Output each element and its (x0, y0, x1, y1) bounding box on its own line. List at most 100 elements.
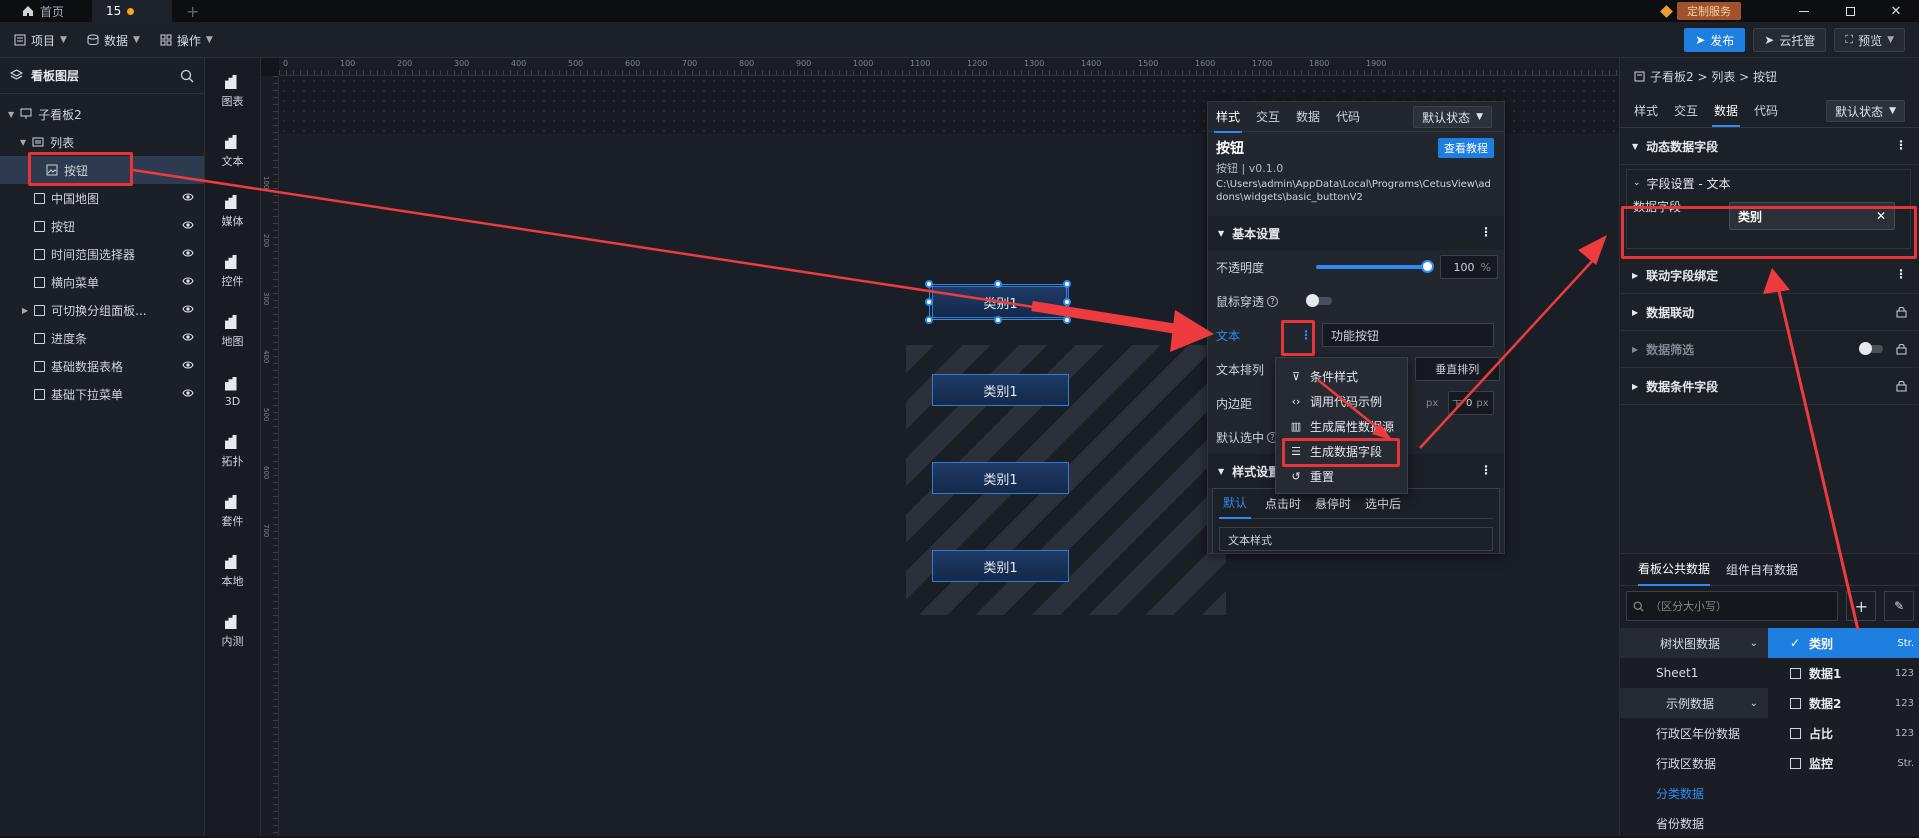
eye-icon[interactable] (182, 220, 194, 230)
tab-style[interactable]: 样式 (1213, 108, 1243, 133)
field-item[interactable]: 监控 Str. (1768, 748, 1919, 778)
eye-icon[interactable] (182, 388, 194, 398)
resize-handle[interactable] (1063, 298, 1071, 306)
category-button[interactable]: 类别1 (932, 550, 1069, 582)
layer-item[interactable]: ▶ 可切换分组面板... (0, 296, 204, 324)
add-dataset-button[interactable]: + (1846, 591, 1877, 621)
dataset-group-sample[interactable]: 示例数据 ⌄ (1620, 688, 1768, 718)
dataset-item-selected[interactable]: 分类数据 (1620, 778, 1768, 808)
tab-own-data[interactable]: 组件自有数据 (1726, 561, 1798, 578)
vertical-layout-option[interactable]: 垂直排列 (1414, 357, 1500, 381)
dataset-item[interactable]: 省份数据 (1620, 808, 1768, 838)
service-badge[interactable]: 定制服务 (1660, 2, 1741, 20)
tab-interaction[interactable]: 交互 (1256, 108, 1280, 125)
eye-icon[interactable] (182, 332, 194, 342)
layer-root[interactable]: ▼ 子看板2 (0, 100, 204, 128)
resize-handle[interactable] (1063, 280, 1071, 288)
menu-project[interactable]: 项目 ▼ (4, 22, 77, 58)
layer-item[interactable]: 横向菜单 (0, 268, 204, 296)
more-icon[interactable]: ⋮ (1480, 225, 1492, 239)
add-tab-button[interactable]: + (172, 2, 213, 21)
eye-icon[interactable] (182, 248, 194, 258)
mouse-through-toggle[interactable] (1306, 294, 1333, 307)
data-filter-toggle[interactable] (1859, 342, 1883, 355)
layer-item[interactable]: 中国地图 (0, 184, 204, 212)
resize-handle[interactable] (925, 316, 933, 324)
layer-item[interactable]: 基础下拉菜单 (0, 380, 204, 408)
tool-widget[interactable]: 控件 (205, 242, 260, 302)
tab-data[interactable]: 数据 (1296, 108, 1320, 125)
category-button[interactable]: 类别1 (932, 374, 1069, 406)
tab-public-data[interactable]: 看板公共数据 (1638, 553, 1711, 586)
section-link-binding[interactable]: ▶ 联动字段绑定 ⋮ (1620, 257, 1919, 294)
context-menu-item[interactable]: ⊽ 条件样式 (1276, 364, 1407, 389)
close-window-button[interactable]: ✕ (1873, 0, 1919, 22)
section-data-link[interactable]: ▶ 数据联动 (1620, 294, 1919, 331)
layer-item[interactable]: 按钮 (0, 212, 204, 240)
tool-kit[interactable]: 套件 (205, 482, 260, 542)
tab-code[interactable]: 代码 (1754, 102, 1778, 119)
resize-handle[interactable] (994, 316, 1002, 324)
cloud-button[interactable]: ➤ 云托管 (1753, 28, 1827, 52)
tool-topology[interactable]: 拓扑 (205, 422, 260, 482)
text-input[interactable]: 功能按钮 (1322, 323, 1494, 347)
checkbox-icon[interactable] (1790, 667, 1801, 679)
style-tab-default[interactable]: 默认 (1219, 488, 1252, 519)
tool-chart[interactable]: 图表 (205, 62, 260, 122)
tool-media[interactable]: 媒体 (205, 182, 260, 242)
tool-text[interactable]: 文本 (205, 122, 260, 182)
resize-handle[interactable] (994, 280, 1002, 288)
dataset-search[interactable]: （区分大小写） (1626, 591, 1839, 621)
tool-map[interactable]: 地图 (205, 302, 260, 362)
resize-handle[interactable] (925, 280, 933, 288)
padding-bottom-input[interactable]: 下 0 px (1448, 391, 1494, 415)
tool-beta-chart[interactable]: 内测 (205, 602, 260, 662)
field-item[interactable]: 数据2 123 (1768, 688, 1919, 718)
section-basic[interactable]: ▼ 基本设置 ⋮ (1208, 216, 1504, 250)
resize-handle[interactable] (925, 298, 933, 306)
tab-style[interactable]: 样式 (1634, 102, 1658, 119)
eye-icon[interactable] (182, 192, 194, 202)
tab-project[interactable]: 15 (92, 0, 173, 22)
checkbox-icon[interactable] (1790, 697, 1801, 709)
more-icon[interactable]: ⋮ (1480, 463, 1492, 477)
dataset-item[interactable]: 行政区年份数据 (1620, 718, 1768, 748)
context-menu-item[interactable]: ↺ 重置 (1276, 464, 1407, 489)
checkbox-icon[interactable] (1790, 727, 1801, 739)
tool-puzzle[interactable]: 本地 (205, 542, 260, 602)
minimize-button[interactable] (1781, 0, 1827, 22)
context-menu-item[interactable]: ▥ 生成属性数据源 (1276, 414, 1407, 439)
dataset-group-tree[interactable]: 树状图数据 ⌄ (1620, 628, 1768, 658)
tab-data[interactable]: 数据 (1712, 102, 1741, 127)
more-icon[interactable]: ⋮ (1895, 267, 1907, 281)
publish-button[interactable]: ➤ 发布 (1684, 28, 1746, 52)
opacity-slider[interactable] (1316, 260, 1434, 273)
eye-icon[interactable] (182, 276, 194, 286)
dataset-item[interactable]: Sheet1 (1620, 658, 1768, 688)
tab-home[interactable]: 首页 (0, 0, 78, 22)
preview-button[interactable]: ⛶ 预览 ▼ (1834, 28, 1905, 52)
search-icon[interactable] (180, 69, 194, 83)
section-dynamic-fields[interactable]: ▼ 动态数据字段 ⋮ (1620, 128, 1919, 165)
resize-handle[interactable] (1063, 316, 1071, 324)
field-item[interactable]: 占比 123 (1768, 718, 1919, 748)
style-tab-click[interactable]: 点击时 (1265, 495, 1301, 512)
style-tab-selected[interactable]: 选中后 (1365, 495, 1401, 512)
opacity-slider-thumb[interactable] (1421, 260, 1434, 273)
checkbox-icon[interactable] (1790, 757, 1801, 769)
style-tab-hover[interactable]: 悬停时 (1315, 495, 1351, 512)
state-select[interactable]: 默认状态 ▼ (1826, 100, 1905, 122)
section-data-condition[interactable]: ▶ 数据条件字段 (1620, 368, 1919, 405)
layer-item[interactable]: 时间范围选择器 (0, 240, 204, 268)
dataset-item[interactable]: 行政区数据 (1620, 748, 1768, 778)
eye-icon[interactable] (182, 360, 194, 370)
section-data-filter[interactable]: ▶ 数据筛选 (1620, 331, 1919, 368)
state-select[interactable]: 默认状态 ▼ (1413, 106, 1492, 128)
category-button[interactable]: 类别1 (932, 462, 1069, 494)
field-item[interactable]: 数据1 123 (1768, 658, 1919, 688)
tool-cube[interactable]: 3D (205, 362, 260, 422)
tab-interaction[interactable]: 交互 (1674, 102, 1698, 119)
tab-code[interactable]: 代码 (1336, 108, 1360, 125)
layer-item[interactable]: 进度条 (0, 324, 204, 352)
eye-icon[interactable] (182, 304, 194, 314)
